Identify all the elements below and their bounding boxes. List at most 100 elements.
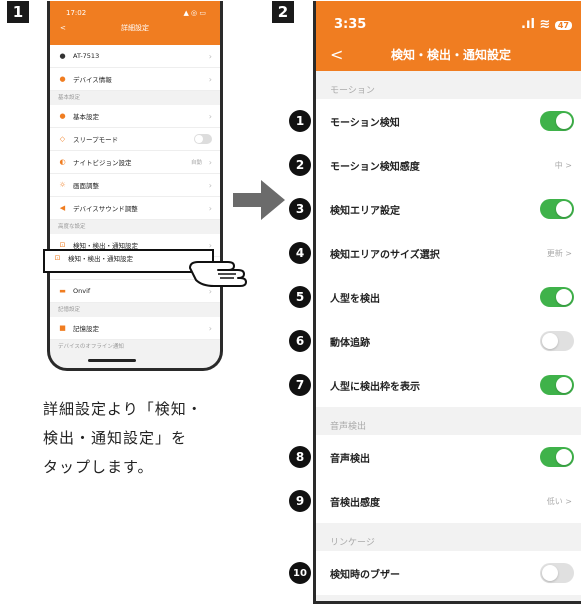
step-number-badge: 8 bbox=[289, 446, 311, 468]
step-number-badge: 2 bbox=[289, 154, 311, 176]
settings-row[interactable]: モーション検知 bbox=[316, 99, 581, 143]
settings-row[interactable]: ◐ ナイトビジョン設定 自動 › bbox=[50, 151, 220, 174]
step-number-badge: 10 bbox=[289, 562, 311, 584]
step-number-badge: 7 bbox=[289, 374, 311, 396]
section-header: リンケージ bbox=[330, 538, 375, 548]
highlighted-row-label[interactable]: ⊡ 検知・検出・通知設定 bbox=[53, 253, 133, 263]
row-label: 検知エリア設定 bbox=[330, 205, 400, 217]
settings-row[interactable]: ● デバイス情報 › bbox=[50, 68, 220, 91]
row-label: ナイトビジョン設定 bbox=[73, 159, 132, 167]
toggle-switch[interactable] bbox=[540, 331, 574, 351]
phone-screen-detection-settings: 3:35 .ıl ≋ 47 < 検知・検出・通知設定 モーション モーション検知モ… bbox=[313, 1, 581, 604]
settings-row[interactable]: ◀ デバイスサウンド調整 › bbox=[50, 197, 220, 220]
battery-icon: 47 bbox=[554, 21, 572, 30]
header: 3:35 .ıl ≋ 47 < 検知・検出・通知設定 bbox=[316, 1, 581, 71]
settings-row[interactable]: ● AT-7513 › bbox=[50, 45, 220, 68]
step-number-badge: 4 bbox=[289, 242, 311, 264]
section-header: 基本設定 bbox=[58, 95, 81, 101]
chevron-right-icon: › bbox=[208, 323, 212, 333]
right-arrow-icon bbox=[233, 180, 285, 220]
step-number-badge: 9 bbox=[289, 490, 311, 512]
status-time: 17:02 bbox=[66, 9, 87, 17]
status-bar: 3:35 .ıl ≋ 47 bbox=[316, 1, 581, 32]
instruction-line-3: タップします。 bbox=[43, 458, 154, 476]
section-header: 高度な設定 bbox=[58, 224, 86, 230]
row-label: デバイス情報 bbox=[73, 76, 112, 84]
row-label: モーション検知 bbox=[330, 117, 400, 129]
section-header: モーション bbox=[330, 86, 375, 96]
toggle-switch[interactable] bbox=[540, 111, 574, 131]
settings-row[interactable]: 音検出感度 低い > bbox=[316, 479, 581, 523]
row-label: スリープモード bbox=[73, 136, 119, 144]
chevron-right-icon: › bbox=[208, 157, 212, 167]
row-label: デバイスサウンド調整 bbox=[73, 205, 138, 213]
step-number-badge: 6 bbox=[289, 330, 311, 352]
row-label: 記憶設定 bbox=[73, 325, 99, 333]
page-title: 詳細設定 bbox=[121, 24, 149, 32]
settings-row[interactable]: 動体追跡 bbox=[316, 319, 581, 363]
row-value: 低い > bbox=[546, 496, 572, 506]
settings-list: ● AT-7513 › ● デバイス情報 › 基本設定 ● 基本設定 › ◇ スリープモード ◐ ナイトビ… bbox=[50, 45, 220, 354]
settings-list: モーションモーション検知モーション検知感度 中 > 検知エリア設定検知エリアのサイズ… bbox=[316, 71, 581, 595]
step-1-badge: 1 bbox=[7, 1, 29, 23]
settings-row[interactable]: 音声検出 bbox=[316, 435, 581, 479]
toggle-switch[interactable] bbox=[540, 199, 574, 219]
status-time: 3:35 bbox=[334, 17, 367, 32]
row-value: 自動 bbox=[190, 160, 202, 166]
settings-row[interactable]: ■ 記憶設定 › bbox=[50, 317, 220, 340]
settings-row[interactable]: 検知エリア設定 bbox=[316, 187, 581, 231]
row-label: Onvif bbox=[73, 287, 91, 295]
step-2-badge: 2 bbox=[272, 1, 294, 23]
row-label: 基本設定 bbox=[73, 113, 99, 121]
settings-row[interactable]: 人型を検出 bbox=[316, 275, 581, 319]
toggle-switch[interactable] bbox=[540, 287, 574, 307]
row-icon: ● bbox=[59, 52, 66, 60]
row-label: 動体追跡 bbox=[330, 337, 370, 349]
row-label: 音検出感度 bbox=[330, 497, 380, 509]
section-header: デバイスのオフライン通知 bbox=[58, 344, 124, 350]
row-icon: ▬ bbox=[59, 287, 66, 295]
row-label: 検知時のブザー bbox=[330, 569, 400, 581]
settings-row[interactable]: ● 基本設定 › bbox=[50, 105, 220, 128]
settings-row[interactable]: 人型に検出枠を表示 bbox=[316, 363, 581, 407]
row-value: 更新 > bbox=[546, 248, 572, 258]
row-label: モーション検知感度 bbox=[330, 161, 420, 173]
section-header: 音声検出 bbox=[330, 422, 367, 432]
chevron-right-icon: › bbox=[208, 180, 212, 190]
status-bar: 17:02 ▲ ◎ ▭ bbox=[50, 1, 220, 17]
pointing-hand-icon bbox=[189, 261, 247, 287]
settings-row[interactable]: モーション検知感度 中 > bbox=[316, 143, 581, 187]
row-value: 中 > bbox=[554, 160, 572, 170]
settings-row[interactable]: ◇ スリープモード bbox=[50, 128, 220, 151]
row-icon: ■ bbox=[59, 324, 66, 332]
row-label: 人型を検出 bbox=[330, 293, 380, 305]
detection-settings-icon: ⊡ bbox=[54, 254, 61, 262]
status-icons: .ıl ≋ 47 bbox=[521, 17, 572, 32]
row-icon: ◐ bbox=[59, 158, 66, 166]
toggle-switch[interactable] bbox=[540, 447, 574, 467]
chevron-right-icon: › bbox=[208, 51, 212, 61]
back-button[interactable]: < bbox=[60, 24, 66, 32]
step-number-badge: 1 bbox=[289, 110, 311, 132]
settings-row[interactable]: ☼ 画面調整 › bbox=[50, 174, 220, 197]
row-label: 画面調整 bbox=[73, 182, 99, 190]
sleep-mode-toggle[interactable] bbox=[194, 134, 212, 144]
step-number-badge: 3 bbox=[289, 198, 311, 220]
row-label: AT-7513 bbox=[73, 52, 100, 60]
back-button[interactable]: < bbox=[330, 45, 343, 64]
chevron-right-icon: › bbox=[208, 203, 212, 213]
row-label: 人型に検出枠を表示 bbox=[330, 381, 420, 393]
chevron-right-icon: › bbox=[208, 74, 212, 84]
toggle-switch[interactable] bbox=[540, 563, 574, 583]
settings-row[interactable]: 検知時のブザー bbox=[316, 551, 581, 595]
section-header: 記憶設定 bbox=[58, 307, 81, 313]
row-label: 検知エリアのサイズ選択 bbox=[330, 249, 440, 261]
instruction-line-1: 詳細設定より「検知・ bbox=[43, 400, 203, 418]
settings-row[interactable]: 検知エリアのサイズ選択 更新 > bbox=[316, 231, 581, 275]
toggle-switch[interactable] bbox=[540, 375, 574, 395]
phone-screen-detail-settings: 17:02 ▲ ◎ ▭ < 詳細設定 ● AT-7513 › ● デバイス情報 › 基本設定… bbox=[47, 1, 223, 371]
status-icons: ▲ ◎ ▭ bbox=[183, 9, 206, 17]
instruction-text: 詳細設定より「検知・ 検出・通知設定」を タップします。 bbox=[43, 395, 203, 482]
header: 17:02 ▲ ◎ ▭ < 詳細設定 bbox=[50, 1, 220, 45]
step-number-badge: 5 bbox=[289, 286, 311, 308]
